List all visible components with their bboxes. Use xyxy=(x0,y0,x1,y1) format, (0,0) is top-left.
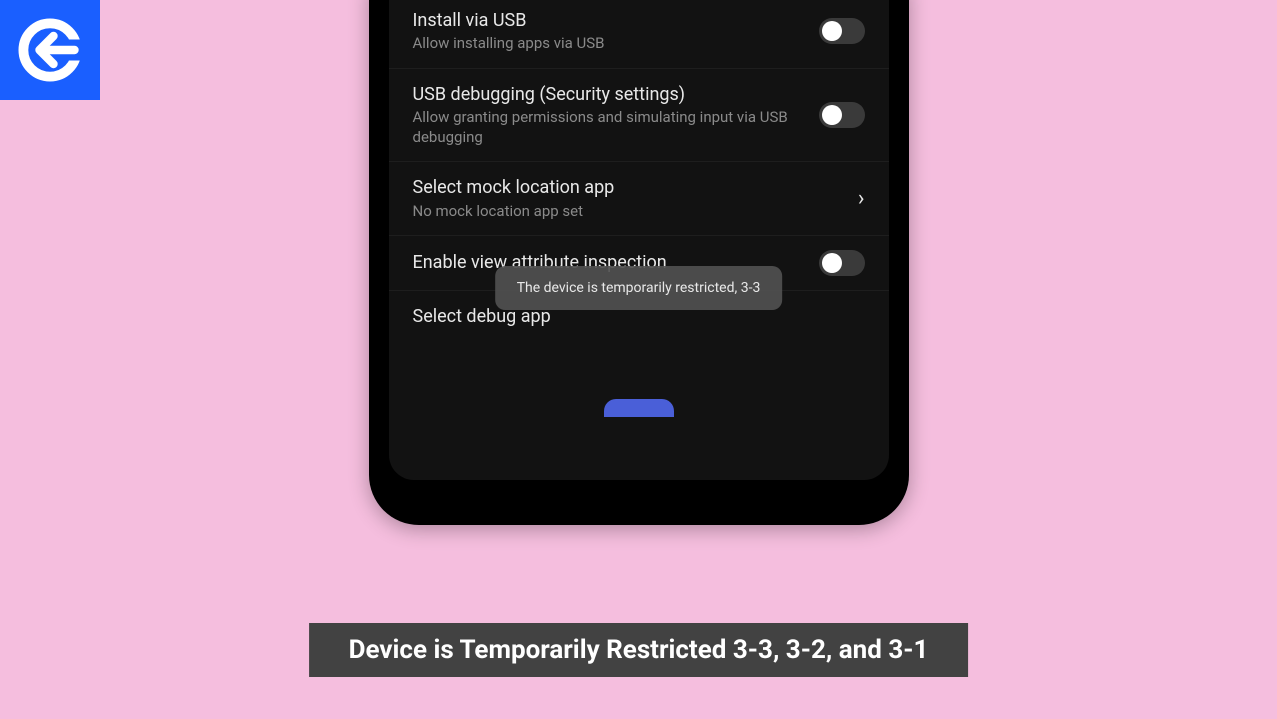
setting-content: Select mock location app No mock locatio… xyxy=(413,176,858,221)
setting-mock-location[interactable]: Select mock location app No mock locatio… xyxy=(389,162,889,236)
setting-title: Install via USB xyxy=(413,9,803,32)
setting-usb-debugging-security[interactable]: USB debugging (Security settings) Allow … xyxy=(389,69,889,162)
logo-icon xyxy=(15,15,85,85)
phone-frame: Install via USB Allow installing apps vi… xyxy=(369,0,909,525)
toggle-knob xyxy=(822,253,842,273)
brand-logo xyxy=(0,0,100,100)
setting-subtitle: No mock location app set xyxy=(413,202,842,222)
toast-text: The device is temporarily restricted, 3-… xyxy=(517,280,761,296)
setting-content: Install via USB Allow installing apps vi… xyxy=(413,9,819,54)
toggle-usb-debugging-security[interactable] xyxy=(819,102,865,128)
toggle-knob xyxy=(822,21,842,41)
phone-screen: Install via USB Allow installing apps vi… xyxy=(389,0,889,480)
chevron-right-icon: › xyxy=(858,186,865,211)
toggle-view-attribute-inspection[interactable] xyxy=(819,250,865,276)
setting-subtitle: Allow granting permissions and simulatin… xyxy=(413,108,803,147)
caption-bar: Device is Temporarily Restricted 3-3, 3-… xyxy=(309,623,969,677)
setting-title: Select mock location app xyxy=(413,176,842,199)
setting-subtitle: Allow installing apps via USB xyxy=(413,34,803,54)
setting-content: USB debugging (Security settings) Allow … xyxy=(413,83,819,147)
toast-message: The device is temporarily restricted, 3-… xyxy=(495,266,783,310)
setting-title: USB debugging (Security settings) xyxy=(413,83,803,106)
navigation-pill[interactable] xyxy=(604,399,674,417)
setting-install-via-usb[interactable]: Install via USB Allow installing apps vi… xyxy=(389,0,889,69)
toggle-install-via-usb[interactable] xyxy=(819,18,865,44)
caption-text: Device is Temporarily Restricted 3-3, 3-… xyxy=(349,635,929,665)
toggle-knob xyxy=(822,105,842,125)
